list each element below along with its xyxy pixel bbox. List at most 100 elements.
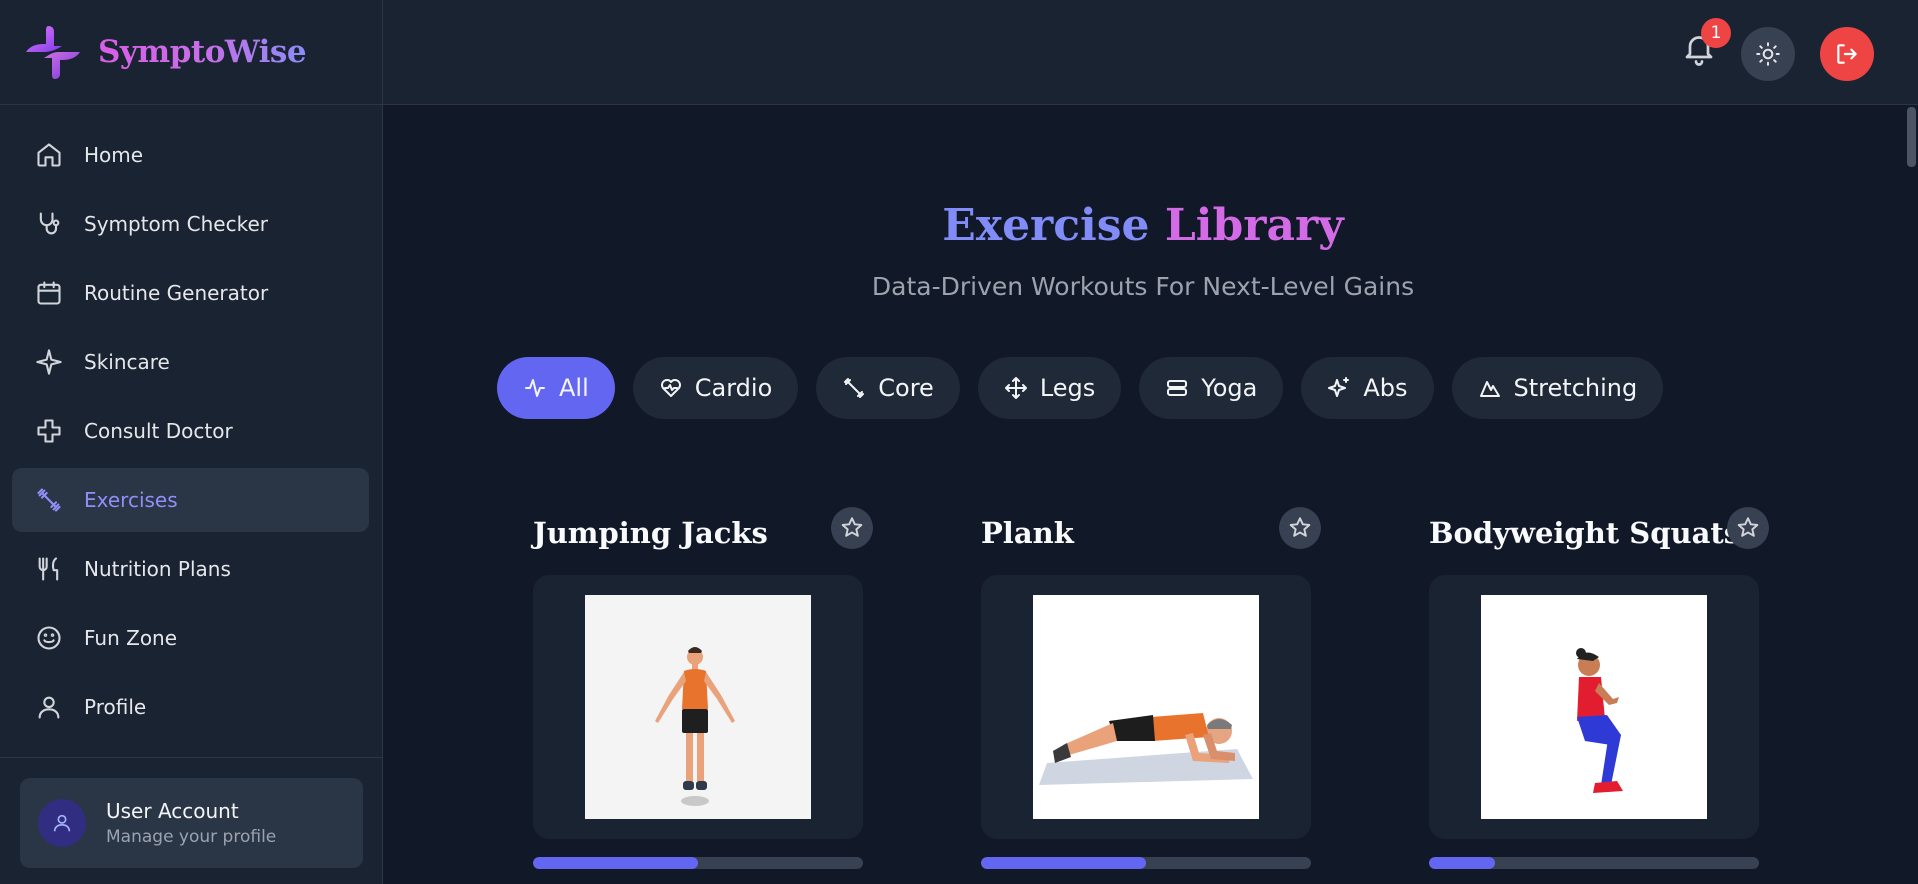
filter-label: Abs xyxy=(1363,374,1408,402)
star-icon xyxy=(841,517,863,537)
brand-logo-icon xyxy=(26,26,80,79)
sidebar-item-label: Skincare xyxy=(84,350,170,374)
user-account-text: User Account Manage your profile xyxy=(106,799,276,847)
filter-yoga[interactable]: Yoga xyxy=(1139,357,1284,419)
sidebar-item-label: Nutrition Plans xyxy=(84,557,231,581)
sidebar-item-label: Consult Doctor xyxy=(84,419,233,443)
filter-label: Legs xyxy=(1039,374,1096,402)
star-icon xyxy=(1289,517,1311,537)
user-icon xyxy=(34,692,64,722)
sidebar-item-consult-doctor[interactable]: Consult Doctor xyxy=(12,399,369,463)
exercise-progress-fill xyxy=(533,857,698,869)
exercise-image xyxy=(1481,595,1707,819)
exercise-title: Bodyweight Squats xyxy=(1429,516,1741,550)
user-account-title: User Account xyxy=(106,799,239,823)
jumping-jacks-illustration xyxy=(655,647,735,806)
exercise-image-frame xyxy=(533,575,863,839)
exercise-card-plank[interactable]: Plank xyxy=(981,507,1321,869)
sidebar-item-label: Exercises xyxy=(84,488,178,512)
favorite-button[interactable] xyxy=(1279,507,1321,549)
exercise-progress-bar xyxy=(981,857,1311,869)
utensils-icon xyxy=(34,554,64,584)
exercise-title: Plank xyxy=(981,516,1074,550)
filter-label: Yoga xyxy=(1201,374,1258,402)
page-subtitle: Data-Driven Workouts For Next-Level Gain… xyxy=(871,272,1415,301)
notification-badge: 1 xyxy=(1701,18,1731,48)
theme-toggle-button[interactable] xyxy=(1741,27,1795,81)
exercise-progress-fill xyxy=(1429,857,1495,869)
exercise-progress-bar xyxy=(1429,857,1759,869)
scrollbar[interactable] xyxy=(1904,105,1918,884)
filter-label: Core xyxy=(878,374,934,402)
filter-core[interactable]: Core xyxy=(816,357,960,419)
mountain-icon xyxy=(1479,381,1500,397)
home-icon xyxy=(34,140,64,170)
move-icon xyxy=(1004,377,1027,399)
user-account-card[interactable]: User Account Manage your profile xyxy=(20,778,363,868)
exercise-image xyxy=(1033,595,1259,819)
sidebar-item-label: Profile xyxy=(84,695,147,719)
stethoscope-icon xyxy=(34,209,64,239)
sidebar-item-label: Symptom Checker xyxy=(84,212,268,236)
top-header: 1 xyxy=(383,0,1918,105)
sidebar-item-symptom-checker[interactable]: Symptom Checker xyxy=(12,192,369,256)
brand[interactable]: SymptoWise xyxy=(0,0,382,105)
sun-icon xyxy=(1756,42,1780,66)
page-title-part2: Library xyxy=(1164,200,1344,251)
filter-stretching[interactable]: Stretching xyxy=(1451,357,1664,419)
favorite-button[interactable] xyxy=(831,507,873,549)
filter-legs[interactable]: Legs xyxy=(977,357,1122,419)
page-title: Exercise Library xyxy=(383,200,1903,251)
dumbbell-icon xyxy=(34,485,64,515)
sidebar: SymptoWise Home Symptom Checker Routine … xyxy=(0,0,383,884)
sidebar-item-exercises[interactable]: Exercises xyxy=(12,468,369,532)
exercise-progress-bar xyxy=(533,857,863,869)
favorite-button[interactable] xyxy=(1727,507,1769,549)
filter-label: Stretching xyxy=(1513,374,1638,402)
plank-illustration xyxy=(1039,713,1253,785)
squats-illustration xyxy=(1576,648,1623,793)
logout-button[interactable] xyxy=(1820,27,1874,81)
filter-abs[interactable]: Abs xyxy=(1301,357,1434,419)
brand-name: SymptoWise xyxy=(98,34,307,70)
sidebar-item-profile[interactable]: Profile xyxy=(12,675,369,739)
filter-cardio[interactable]: Cardio xyxy=(632,357,799,419)
main-content: Exercise Library Data-Driven Workouts Fo… xyxy=(383,105,1918,884)
heart-pulse-icon xyxy=(660,379,681,397)
logout-icon xyxy=(1837,44,1857,64)
page-title-part1: Exercise xyxy=(942,200,1150,251)
sidebar-footer: User Account Manage your profile xyxy=(0,757,383,884)
sidebar-item-skincare[interactable]: Skincare xyxy=(12,330,369,394)
smile-icon xyxy=(34,623,64,653)
exercise-image xyxy=(585,595,811,819)
sidebar-item-home[interactable]: Home xyxy=(12,123,369,187)
exercise-card-bodyweight-squats[interactable]: Bodyweight Squats xyxy=(1429,507,1769,869)
category-filters: All Cardio Core Legs Yoga Abs Stretching xyxy=(497,357,1664,419)
star-icon xyxy=(1737,517,1759,537)
filter-label: All xyxy=(559,374,589,402)
sidebar-item-nutrition-plans[interactable]: Nutrition Plans xyxy=(12,537,369,601)
exercise-image-frame xyxy=(981,575,1311,839)
scrollbar-thumb[interactable] xyxy=(1907,107,1916,167)
mat-icon xyxy=(1167,380,1188,396)
calendar-icon xyxy=(34,278,64,308)
sidebar-item-label: Home xyxy=(84,143,144,167)
exercise-title: Jumping Jacks xyxy=(533,516,768,550)
dumbbell-icon xyxy=(844,378,865,398)
sparkle-icon xyxy=(34,347,64,377)
sidebar-item-label: Fun Zone xyxy=(84,626,178,650)
user-icon xyxy=(53,814,71,832)
sidebar-nav: Home Symptom Checker Routine Generator S… xyxy=(0,105,382,739)
user-account-subtitle: Manage your profile xyxy=(106,827,277,847)
sidebar-item-routine-generator[interactable]: Routine Generator xyxy=(12,261,369,325)
app-root: SymptoWise Home Symptom Checker Routine … xyxy=(0,0,1918,884)
medical-cross-icon xyxy=(34,416,64,446)
sparkles-icon xyxy=(1328,377,1350,397)
avatar xyxy=(38,799,86,847)
exercise-image-frame xyxy=(1429,575,1759,839)
exercise-card-jumping-jacks[interactable]: Jumping Jacks xyxy=(533,507,873,869)
filter-all[interactable]: All xyxy=(497,357,615,419)
sidebar-item-label: Routine Generator xyxy=(84,281,269,305)
filter-label: Cardio xyxy=(694,374,773,402)
sidebar-item-fun-zone[interactable]: Fun Zone xyxy=(12,606,369,670)
